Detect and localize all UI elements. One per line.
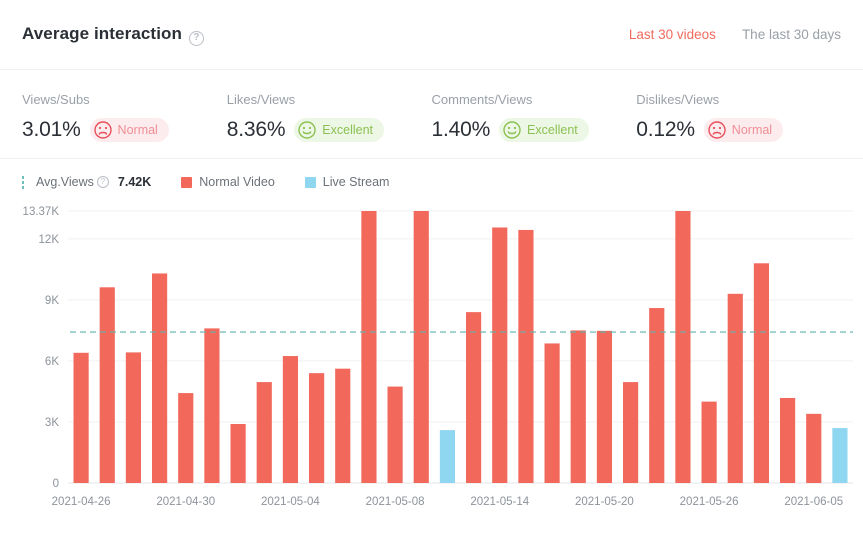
page-title: Average interaction? bbox=[22, 24, 204, 46]
legend-item-label: Live Stream bbox=[322, 175, 390, 189]
question-mark-icon[interactable]: ? bbox=[96, 176, 109, 188]
metric-views-subs: Views/Subs 3.01% Normal bbox=[22, 92, 227, 142]
bar[interactable] bbox=[466, 312, 482, 483]
bar[interactable] bbox=[204, 328, 220, 483]
x-axis-tick-label: 2021-04-26 bbox=[52, 496, 111, 508]
range-tabs: Last 30 videos The last 30 days bbox=[629, 27, 841, 42]
live-stream-swatch-icon bbox=[304, 176, 316, 188]
metric-value: 1.40% bbox=[431, 118, 491, 141]
bar[interactable] bbox=[701, 401, 717, 483]
y-axis-tick-label: 9K bbox=[45, 295, 59, 307]
status-badge-label: Excellent bbox=[322, 123, 374, 137]
smiley-face-icon bbox=[503, 121, 521, 139]
avg-views-label: Avg.Views? bbox=[36, 175, 109, 189]
legend-item-label: Normal Video bbox=[199, 175, 275, 189]
average-interaction-panel: Average interaction? Last 30 videos The … bbox=[0, 0, 863, 550]
status-badge-label: Normal bbox=[117, 123, 158, 137]
bar[interactable] bbox=[152, 273, 168, 483]
x-axis-tick-label: 2021-05-08 bbox=[366, 496, 425, 508]
metric-label: Dislikes/Views bbox=[636, 92, 720, 107]
metric-value: 8.36% bbox=[226, 118, 286, 141]
bar[interactable] bbox=[675, 211, 691, 483]
legend-item-normal-video[interactable]: Normal Video bbox=[181, 175, 275, 189]
bar[interactable] bbox=[727, 293, 743, 483]
question-mark-icon[interactable]: ? bbox=[189, 30, 204, 46]
bar[interactable] bbox=[439, 430, 456, 483]
bar[interactable] bbox=[623, 382, 639, 483]
metric-label: Views/Subs bbox=[22, 92, 90, 107]
x-axis-tick-label: 2021-06-05 bbox=[784, 496, 843, 508]
x-axis-tick-label: 2021-05-14 bbox=[470, 496, 529, 508]
x-axis-tick-label: 2021-05-26 bbox=[680, 496, 739, 508]
bar[interactable] bbox=[309, 373, 325, 483]
bar[interactable] bbox=[649, 308, 665, 483]
panel-header: Average interaction? Last 30 videos The … bbox=[0, 0, 863, 70]
bar[interactable] bbox=[570, 330, 586, 483]
x-axis-tick-label: 2021-04-30 bbox=[156, 496, 215, 508]
bar[interactable] bbox=[753, 263, 770, 483]
metric-value: 3.01% bbox=[22, 118, 81, 141]
bar[interactable] bbox=[282, 356, 299, 483]
status-badge: Excellent bbox=[499, 118, 589, 142]
bar[interactable] bbox=[413, 211, 429, 483]
bar[interactable] bbox=[361, 211, 377, 483]
page-title-text: Average interaction bbox=[22, 24, 182, 44]
bar[interactable] bbox=[387, 386, 403, 483]
bar[interactable] bbox=[230, 424, 246, 483]
y-axis-tick-label: 6K bbox=[45, 356, 59, 368]
bar[interactable] bbox=[335, 368, 351, 483]
normal-video-swatch-icon bbox=[181, 176, 193, 188]
status-badge-label: Normal bbox=[731, 123, 773, 137]
x-axis-tick-label: 2021-05-04 bbox=[261, 496, 320, 508]
y-axis-tick-label: 0 bbox=[53, 478, 59, 490]
tab-last-30-videos[interactable]: Last 30 videos bbox=[629, 27, 716, 42]
bar[interactable] bbox=[596, 330, 613, 483]
avg-line-marker-icon bbox=[22, 175, 24, 189]
bar[interactable] bbox=[73, 352, 89, 483]
bar[interactable] bbox=[780, 397, 796, 483]
sad-face-icon bbox=[93, 121, 112, 139]
status-badge: Excellent bbox=[294, 118, 385, 142]
bar[interactable] bbox=[806, 413, 822, 483]
tab-last-30-days[interactable]: The last 30 days bbox=[742, 27, 841, 42]
avg-views-value: 7.42K bbox=[117, 175, 152, 189]
bar[interactable] bbox=[125, 352, 142, 483]
metric-dislikes-views: Dislikes/Views 0.12% Normal bbox=[636, 92, 841, 142]
bar[interactable] bbox=[492, 227, 508, 483]
status-badge-label: Excellent bbox=[527, 123, 578, 137]
sad-face-icon bbox=[708, 121, 726, 139]
x-axis-tick-label: 2021-05-20 bbox=[575, 496, 634, 508]
bar[interactable] bbox=[256, 382, 272, 483]
metric-comments-views: Comments/Views 1.40% Excellent bbox=[432, 92, 637, 142]
metric-likes-views: Likes/Views 8.36% Excellent bbox=[227, 92, 432, 142]
metric-label: Likes/Views bbox=[226, 92, 296, 107]
bar[interactable] bbox=[178, 393, 194, 483]
status-badge: Normal bbox=[89, 118, 169, 142]
bar[interactable] bbox=[518, 229, 534, 483]
y-axis-tick-label: 3K bbox=[45, 417, 59, 429]
y-axis-tick-label: 12K bbox=[39, 234, 60, 246]
metrics-row: Views/Subs 3.01% Normal Likes/Views 8.36… bbox=[0, 70, 863, 159]
y-axis-tick-label: 13.37K bbox=[23, 206, 60, 218]
status-badge: Normal bbox=[703, 118, 784, 142]
smiley-face-icon bbox=[298, 121, 316, 139]
metric-value: 0.12% bbox=[636, 118, 695, 141]
avg-views-label-text: Avg.Views bbox=[36, 175, 94, 189]
bar-chart[interactable]: 0 3K 6K 9K 12K 13.37K 2021-04-26 2021-04-30 2021… bbox=[0, 199, 863, 519]
chart-legend: Avg.Views? 7.42K Normal Video Live Strea… bbox=[0, 159, 863, 199]
bar-chart-canvas[interactable]: 0 3K 6K 9K 12K 13.37K 2021-04-26 2021-04-30 2021… bbox=[0, 199, 863, 519]
legend-item-live-stream[interactable]: Live Stream bbox=[304, 175, 390, 189]
metric-label: Comments/Views bbox=[431, 92, 533, 107]
bar[interactable] bbox=[832, 428, 848, 483]
bar[interactable] bbox=[99, 287, 115, 483]
bar[interactable] bbox=[544, 343, 560, 483]
